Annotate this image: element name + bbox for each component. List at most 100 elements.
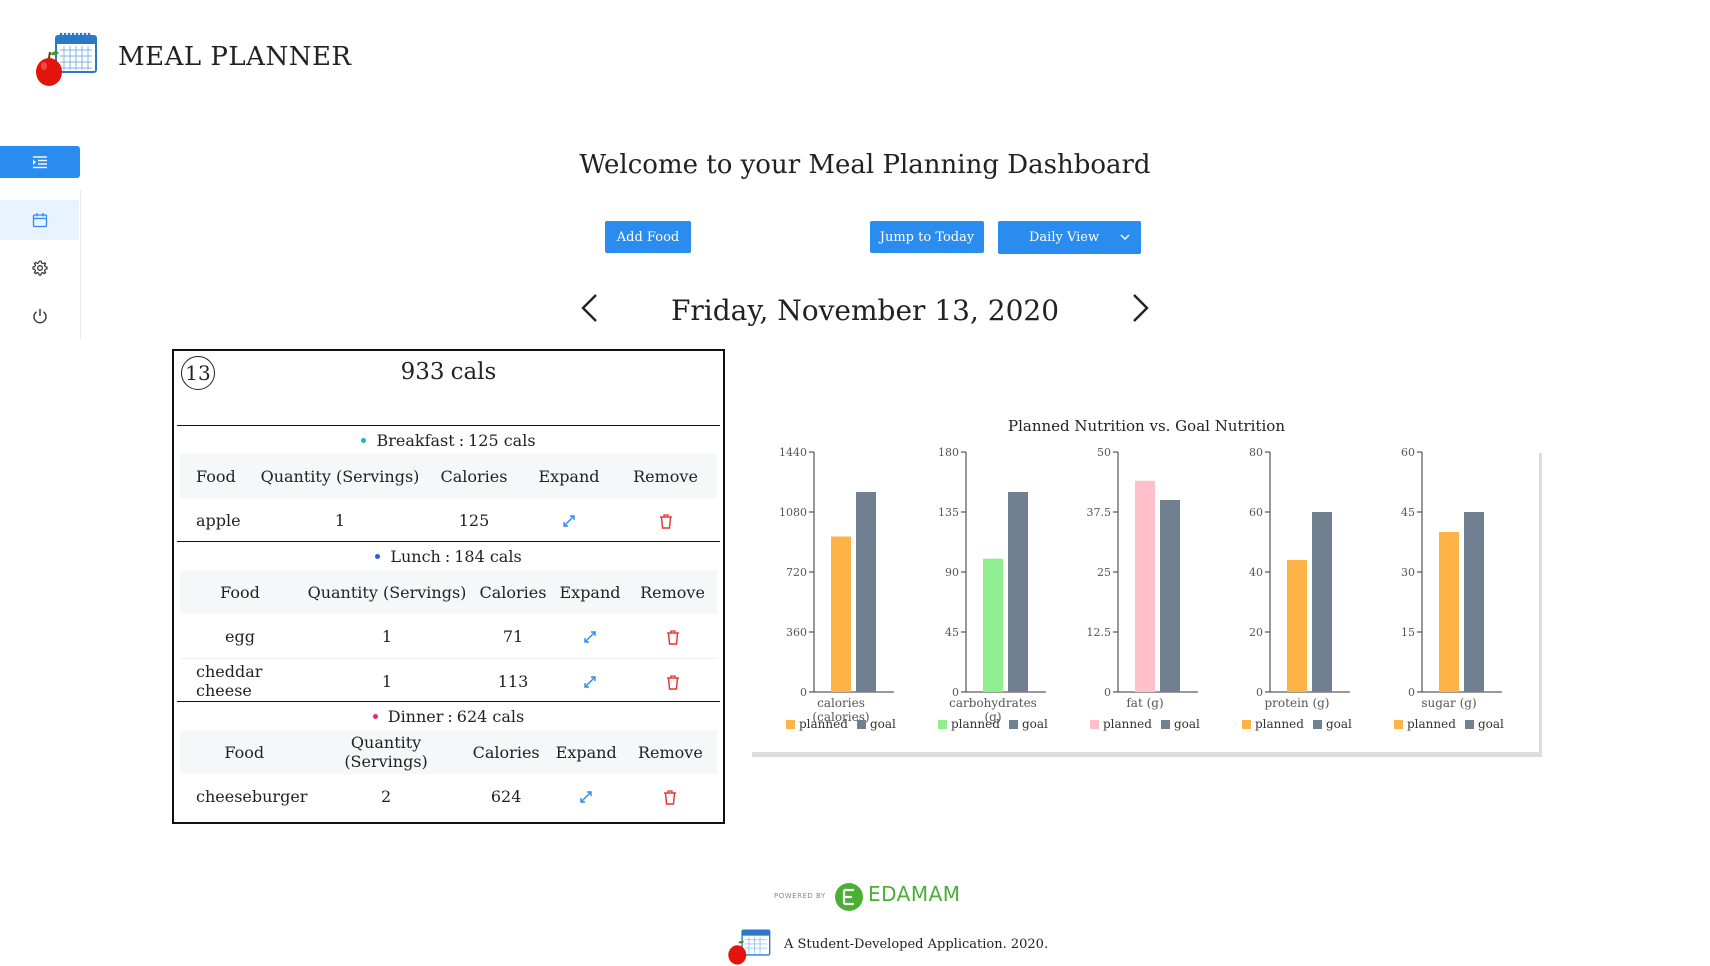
food-quantity: 2 [380,786,392,806]
column-header: Expand [552,570,628,614]
legend-label-planned: planned [1407,717,1456,731]
legend-swatch-planned [1242,720,1251,729]
y-tick-label: 50 [1097,446,1111,459]
meal-table: Food Quantity (Servings) Calories Expand… [180,454,717,542]
food-quantity: 1 [334,510,346,530]
food-quantity: 1 [381,671,393,691]
column-header: Calories [474,570,552,614]
chart-frame-edge [1539,453,1542,757]
column-header: Remove [614,454,717,498]
y-tick-label: 12.5 [1087,626,1112,639]
view-mode-dropdown[interactable]: Daily View [998,221,1141,254]
bar-planned [1135,480,1155,692]
column-header: Remove [628,570,717,614]
x-axis-label: sugar (g) [1421,696,1476,710]
nutrition-chart-panel: Planned Nutrition vs. Goal Nutrition 0 36… [751,410,1542,757]
y-tick-label: 45 [945,626,959,639]
legend-swatch-goal [1009,720,1018,729]
y-tick-label: 37.5 [1087,506,1112,519]
legend-label-planned: planned [799,717,848,731]
food-calories: 125 [458,510,490,530]
table-row: egg 1 71 [180,614,717,659]
y-tick-label: 40 [1249,566,1263,579]
meal-dot [361,437,367,443]
sidebar-item-settings[interactable] [0,248,79,288]
current-date-heading: Friday, November 13, 2020 [670,294,1060,327]
legend-label-planned: planned [951,717,1000,731]
y-tick-label: 15 [1401,626,1415,639]
food-calories: 113 [497,671,529,691]
bar-goal [1464,512,1484,692]
app-logo [34,30,98,88]
meal-name: Dinner [387,706,444,726]
meal-dot [372,713,378,719]
food-name: apple [196,510,241,530]
day-total-value: 933 [400,359,445,385]
meal-section-dinner: Dinner : 624 cals Food Quantity (Serving… [177,701,720,818]
column-header: Calories [424,454,524,498]
bar-planned [1287,560,1307,692]
trash-icon[interactable] [666,674,680,690]
trash-icon[interactable] [663,789,677,805]
footer-app-logo [726,926,772,966]
legend-swatch-planned [1090,720,1099,729]
y-tick-label: 80 [1249,446,1263,459]
legend-label-goal: goal [1174,717,1200,731]
legend-swatch-planned [1394,720,1403,729]
sidebar-item-calendar[interactable] [0,200,79,240]
y-tick-label: 180 [938,446,959,459]
footer-credit: A Student-Developed Application. 2020. [784,937,1049,952]
bar-planned [983,558,1003,692]
food-calories: 71 [474,614,552,659]
y-tick-label: 720 [786,566,807,579]
jump-to-today-button[interactable]: Jump to Today [870,221,984,253]
view-mode-label: Daily View [1029,230,1100,245]
y-tick-label: 135 [938,506,959,519]
legend-swatch-goal [857,720,866,729]
next-day-button[interactable] [1128,292,1152,324]
y-tick-label: 1080 [779,506,807,519]
edamam-brand: EDAMAM [868,882,961,906]
meal-table: Food Quantity (Servings) Calories Expand… [180,570,717,703]
expand-icon[interactable] [583,675,597,689]
bar-planned [831,536,851,692]
food-name: egg [180,614,300,659]
add-food-button[interactable]: Add Food [605,221,691,253]
meal-name: Breakfast [376,430,455,450]
column-header: Food [180,454,256,498]
y-tick-label: 0 [1104,686,1111,699]
column-header: Remove [623,730,717,774]
column-header: Quantity (Servings) [300,570,474,614]
day-total-calories: 933 cals [174,359,723,385]
expand-icon[interactable] [583,630,597,644]
table-row: cheddar cheese 1 113 [180,659,717,704]
legend-label-goal: goal [1022,717,1048,731]
meal-dot [375,553,381,559]
chevron-down-icon [1120,234,1130,240]
legend-swatch-goal [1465,720,1474,729]
chart-frame-edge [752,752,1542,757]
y-tick-label: 60 [1401,446,1415,459]
bar-planned [1439,532,1459,692]
column-header: Food [180,570,300,614]
food-calories: 624 [490,786,522,806]
column-header: Quantity (Servings) [256,454,424,498]
column-header: Food [180,730,309,774]
meal-header: Breakfast : 125 cals [177,426,720,454]
expand-icon[interactable] [579,790,593,804]
meal-header: Dinner : 624 cals [177,702,720,730]
column-header: Expand [548,730,624,774]
y-tick-label: 0 [1256,686,1263,699]
meal-section-breakfast: Breakfast : 125 cals Food Quantity (Serv… [177,425,720,542]
column-header: Quantity (Servings) [308,730,464,774]
food-name: cheeseburger [196,786,308,806]
edamam-logo-icon [834,882,864,912]
meal-calories: 624 cals [456,706,525,726]
trash-icon[interactable] [659,513,673,529]
table-row: cheeseburger 2 624 [180,774,717,818]
app-title: MEAL PLANNER [118,42,352,72]
trash-icon[interactable] [666,629,680,645]
legend-label-goal: goal [870,717,896,731]
expand-icon[interactable] [562,514,576,528]
y-tick-label: 60 [1249,506,1263,519]
